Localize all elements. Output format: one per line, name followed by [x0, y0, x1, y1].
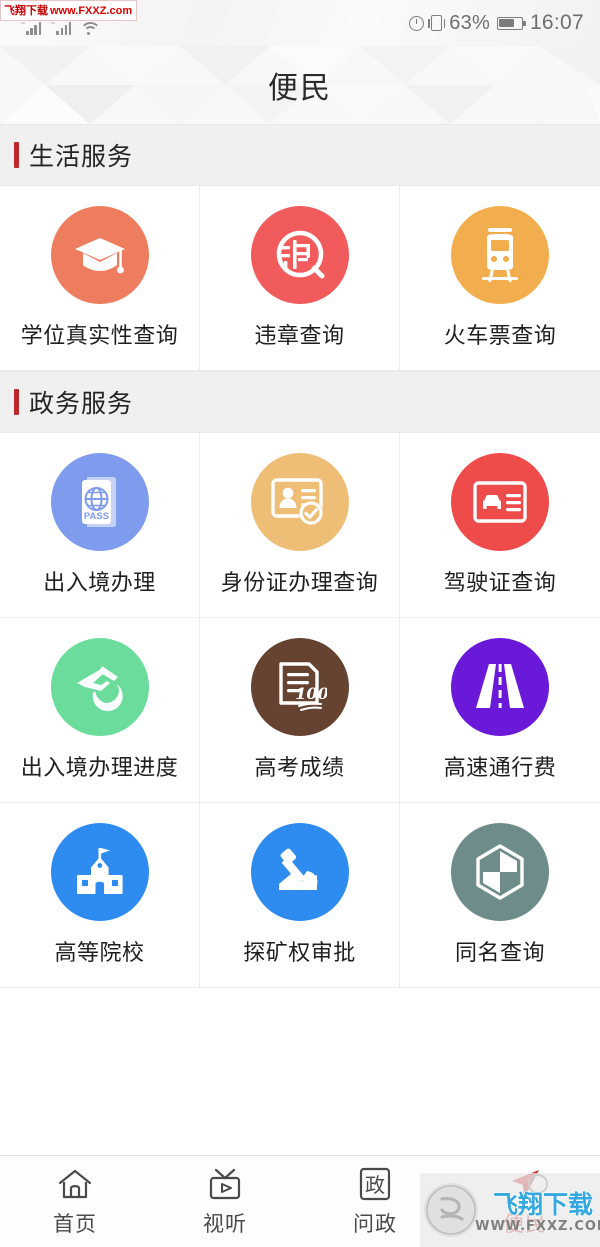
- vibrate-icon: [428, 15, 446, 31]
- grid-item-highway-toll[interactable]: 高速通行费: [400, 618, 600, 803]
- tab-label: 便民: [503, 1212, 547, 1236]
- section-title: 生活服务: [29, 142, 134, 171]
- status-clock: 16:07: [529, 11, 584, 34]
- grid-item-label: 违章查询: [254, 324, 345, 349]
- graduation-cap-icon: [50, 206, 149, 304]
- grid-item-higher-education[interactable]: 高等院校: [0, 803, 200, 988]
- battery-icon: [496, 16, 526, 30]
- hexagon-shield-icon: [451, 823, 549, 921]
- grid-item-drivers-license[interactable]: 驾驶证查询: [400, 433, 600, 618]
- grid-item-label: 出入境办理进度: [20, 756, 179, 781]
- watermark-top: 飞翔下载 www.FXXZ.com: [0, 0, 138, 21]
- drivers-license-icon: [451, 453, 549, 551]
- section-accent-bar: [14, 389, 19, 415]
- grid-item-label: 同名查询: [454, 941, 545, 966]
- tv-play-icon: [206, 1165, 244, 1203]
- wifi-icon: [80, 21, 102, 35]
- mining-shovel-icon: [250, 823, 349, 921]
- signal-bars-icon-2: ~: [50, 18, 72, 35]
- alarm-clock-icon: [409, 15, 425, 31]
- score-document-icon: 100: [250, 638, 349, 736]
- svg-text:政: 政: [365, 1173, 385, 1197]
- tab-convenience[interactable]: 便民: [450, 1156, 600, 1247]
- watermark-top-cn: 飞翔下载: [4, 5, 48, 17]
- grid-item-label: 身份证办理查询: [220, 571, 379, 596]
- bottom-tab-bar: 首页 视听 政 问政 便民: [0, 1155, 600, 1247]
- tab-label: 首页: [53, 1212, 97, 1236]
- school-building-icon: [50, 823, 149, 921]
- watermark-top-url: www.FXXZ.com: [50, 5, 133, 17]
- grid-item-label: 高等院校: [54, 941, 145, 966]
- tab-label: 视听: [203, 1212, 247, 1236]
- plane-globe-icon: [50, 638, 149, 736]
- status-bar: ~ ~ 63% 16:07 飞翔下载 www.FXXZ.com: [0, 0, 600, 46]
- grid-item-label: 探矿权审批: [243, 941, 356, 966]
- grid-item-exit-entry-progress[interactable]: 出入境办理进度: [0, 618, 200, 803]
- home-icon: [57, 1165, 93, 1203]
- id-card-check-icon: [250, 453, 349, 551]
- grid-item-label: 学位真实性查询: [20, 324, 179, 349]
- battery-percent: 63%: [449, 11, 490, 34]
- grid-item-degree-verification[interactable]: 学位真实性查询: [0, 186, 200, 371]
- grid-item-traffic-violation[interactable]: 违章查询: [200, 186, 400, 371]
- grid-item-same-name-search[interactable]: 同名查询: [400, 803, 600, 988]
- tab-home[interactable]: 首页: [0, 1156, 150, 1247]
- grid-life-services: 学位真实性查询 违章查询 火车票查询: [0, 186, 600, 371]
- grid-item-label: 高考成绩: [254, 756, 345, 781]
- grid-item-label: 火车票查询: [443, 324, 557, 349]
- section-header-government-services: 政务服务: [0, 371, 600, 433]
- grid-item-label: 出入境办理: [43, 571, 156, 596]
- grid-item-train-ticket[interactable]: 火车票查询: [400, 186, 600, 371]
- section-header-life-services: 生活服务: [0, 124, 600, 186]
- tab-government-inquiry[interactable]: 政 问政: [300, 1156, 450, 1247]
- tab-video-audio[interactable]: 视听: [150, 1156, 300, 1247]
- tab-label: 问政: [353, 1212, 397, 1236]
- grid-item-mining-approval[interactable]: 探矿权审批: [200, 803, 400, 988]
- grid-item-label: 驾驶证查询: [443, 571, 557, 596]
- section-accent-bar: [14, 142, 19, 168]
- page-header: 便民: [0, 46, 600, 124]
- grid-item-id-card[interactable]: 身份证办理查询: [200, 433, 400, 618]
- train-icon: [451, 206, 549, 304]
- passport-icon: PASS: [50, 453, 149, 551]
- government-box-icon: 政: [358, 1165, 392, 1203]
- svg-text:100: 100: [295, 684, 327, 703]
- grid-item-gaokao-score[interactable]: 100 高考成绩: [200, 618, 400, 803]
- app-root: ~ ~ 63% 16:07 飞翔下载 www.FXXZ.com 便民 生活服务 …: [0, 0, 600, 1247]
- paper-plane-icon: [507, 1165, 543, 1203]
- status-bar-right: 63% 16:07: [409, 11, 584, 35]
- highway-icon: [451, 638, 549, 736]
- page-title: 便民: [268, 71, 332, 106]
- page-filler: [0, 988, 600, 1148]
- grid-item-label: 高速通行费: [443, 756, 557, 781]
- violation-search-icon: [250, 206, 349, 304]
- section-title: 政务服务: [29, 389, 134, 418]
- grid-government-services: PASS 出入境办理 身份证办理查询 驾驶证查询 出入境办理进度 100 高考成…: [0, 433, 600, 988]
- svg-text:PASS: PASS: [83, 511, 108, 522]
- signal-bars-icon: ~: [20, 18, 42, 35]
- grid-item-exit-entry[interactable]: PASS 出入境办理: [0, 433, 200, 618]
